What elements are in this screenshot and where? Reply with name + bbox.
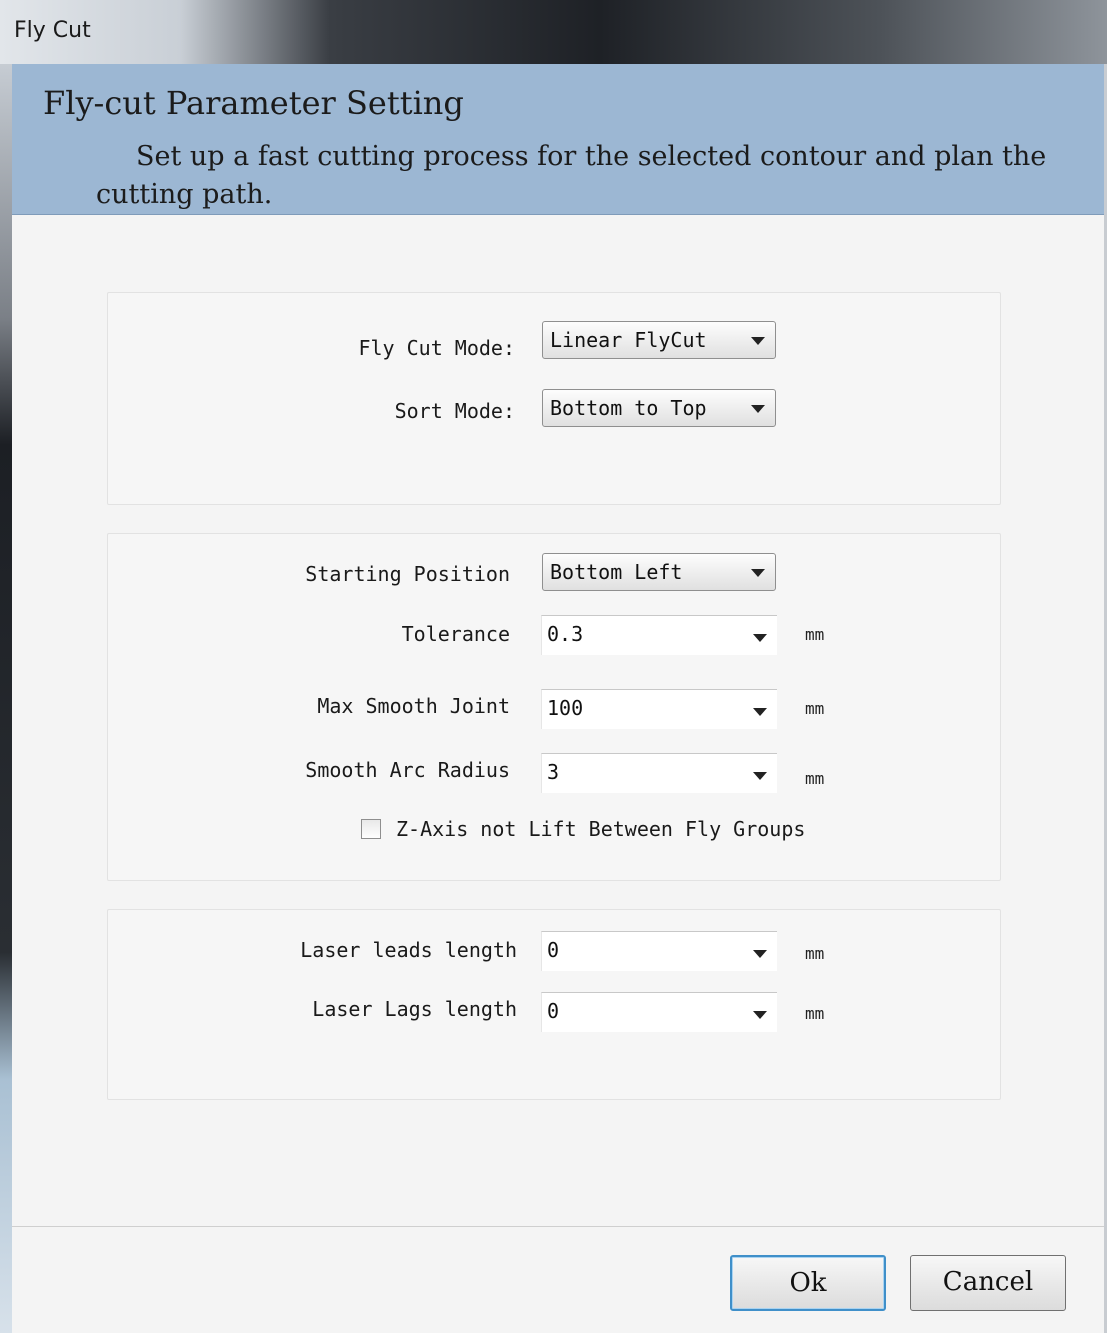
laser-leads-length-unit: mm bbox=[805, 944, 825, 963]
tolerance-unit: mm bbox=[805, 625, 825, 644]
tolerance-value: 0.3 bbox=[547, 622, 584, 646]
chevron-down-icon[interactable] bbox=[753, 708, 767, 716]
laser-leads-length-label: Laser leads length bbox=[300, 938, 517, 962]
chevron-down-icon bbox=[751, 405, 765, 413]
banner-description: Set up a fast cutting process for the se… bbox=[96, 141, 1047, 210]
starting-position-value: Bottom Left bbox=[550, 560, 683, 584]
smooth-arc-radius-combo-input[interactable]: 3 bbox=[541, 753, 777, 793]
window-title: Fly Cut bbox=[14, 18, 91, 43]
sort-mode-label: Sort Mode: bbox=[394, 399, 515, 423]
chevron-down-icon bbox=[751, 569, 765, 577]
fly-cut-mode-value: Linear FlyCut bbox=[550, 328, 707, 352]
chevron-down-icon bbox=[751, 337, 765, 345]
path-group: Starting Position Bottom Left Tolerance … bbox=[107, 533, 1001, 881]
chevron-down-icon[interactable] bbox=[753, 1011, 767, 1019]
tolerance-label: Tolerance bbox=[401, 622, 510, 646]
laser-group: Laser leads length 0 mm Laser Lags lengt… bbox=[107, 909, 1001, 1100]
laser-lags-length-unit: mm bbox=[805, 1004, 825, 1023]
dialog-footer: Ok Cancel bbox=[12, 1226, 1104, 1333]
smooth-arc-radius-label: Smooth Arc Radius bbox=[305, 758, 510, 782]
banner-heading: Fly-cut Parameter Setting bbox=[43, 84, 464, 122]
laser-lags-length-value: 0 bbox=[547, 999, 560, 1023]
mode-group: Fly Cut Mode: Linear FlyCut Sort Mode: B… bbox=[107, 292, 1001, 505]
title-bar[interactable]: Fly Cut bbox=[0, 0, 1107, 64]
window-left-edge bbox=[0, 64, 12, 1333]
starting-position-label: Starting Position bbox=[305, 562, 510, 586]
max-smooth-joint-value: 100 bbox=[547, 696, 584, 720]
smooth-arc-radius-unit: mm bbox=[805, 769, 825, 788]
sort-mode-value: Bottom to Top bbox=[550, 396, 707, 420]
ok-button[interactable]: Ok bbox=[730, 1255, 886, 1311]
chevron-down-icon[interactable] bbox=[753, 950, 767, 958]
laser-lags-length-combo-input[interactable]: 0 bbox=[541, 992, 777, 1032]
max-smooth-joint-unit: mm bbox=[805, 699, 825, 718]
chevron-down-icon[interactable] bbox=[753, 772, 767, 780]
chevron-down-icon[interactable] bbox=[753, 634, 767, 642]
dialog-client: Fly-cut Parameter Setting Set up a fast … bbox=[12, 64, 1104, 1333]
header-banner: Fly-cut Parameter Setting Set up a fast … bbox=[12, 64, 1104, 215]
tolerance-combo-input[interactable]: 0.3 bbox=[541, 615, 777, 655]
smooth-arc-radius-value: 3 bbox=[547, 760, 560, 784]
laser-leads-length-value: 0 bbox=[547, 938, 560, 962]
sort-mode-dropdown[interactable]: Bottom to Top bbox=[542, 389, 776, 427]
laser-lags-length-label: Laser Lags length bbox=[312, 997, 517, 1021]
cancel-button[interactable]: Cancel bbox=[910, 1255, 1066, 1311]
max-smooth-joint-label: Max Smooth Joint bbox=[317, 694, 510, 718]
laser-leads-length-combo-input[interactable]: 0 bbox=[541, 931, 777, 971]
z-axis-not-lift-label[interactable]: Z-Axis not Lift Between Fly Groups bbox=[396, 817, 805, 841]
fly-cut-mode-dropdown[interactable]: Linear FlyCut bbox=[542, 321, 776, 359]
starting-position-dropdown[interactable]: Bottom Left bbox=[542, 553, 776, 591]
fly-cut-dialog: Fly Cut Fly-cut Parameter Setting Set up… bbox=[0, 0, 1107, 1333]
z-axis-not-lift-checkbox[interactable] bbox=[361, 819, 381, 839]
fly-cut-mode-label: Fly Cut Mode: bbox=[358, 336, 515, 360]
max-smooth-joint-combo-input[interactable]: 100 bbox=[541, 689, 777, 729]
